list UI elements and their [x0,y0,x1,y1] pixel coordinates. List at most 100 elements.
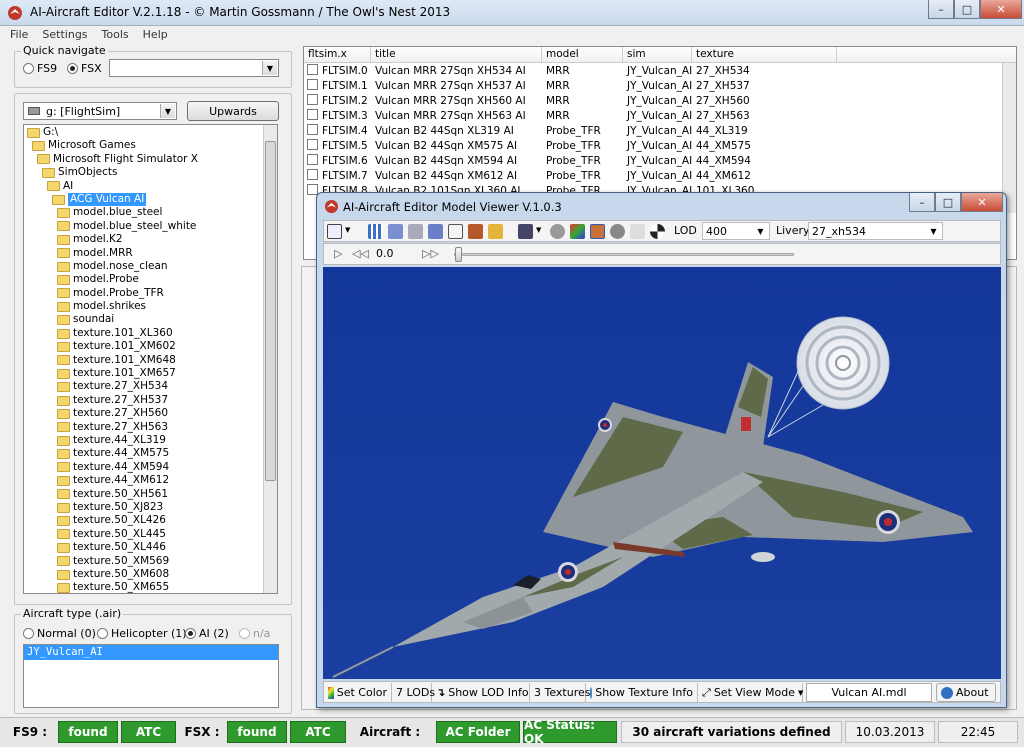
tree-node[interactable]: texture.44_XM575 [24,447,277,460]
tree-node[interactable]: model.blue_steel_white [24,220,277,233]
tree-node[interactable]: texture.101_XM648 [24,354,277,367]
nodes-icon[interactable] [428,224,443,239]
close-button[interactable]: ✕ [980,0,1022,19]
tree-node[interactable]: texture.50_XH561 [24,488,277,501]
column-header-fltsim[interactable]: fltsim.x [304,47,371,63]
tree-node[interactable]: texture.50_XM569 [24,555,277,568]
radio-ai-dot[interactable] [185,628,196,639]
radio-helicopter[interactable]: Helicopter (1) [97,627,187,640]
box-icon[interactable] [448,224,463,239]
air-file-list[interactable]: JY_Vulcan_AI [23,644,279,708]
tree-node[interactable]: texture.44_XL319 [24,434,277,447]
tree-node[interactable]: texture.27_XH563 [24,421,277,434]
row-checkbox[interactable] [307,139,318,150]
tree-node[interactable]: texture.44_XM612 [24,474,277,487]
radio-fsx-dot[interactable] [67,63,78,74]
table-row[interactable]: FLTSIM.3 Vulcan MRR 27Sqn XH563 AI MRR JY_V… [304,109,1016,124]
table-row[interactable]: FLTSIM.0 Vulcan MRR 27Sqn XH534 AI MRR JY_V… [304,64,1016,79]
tree-node[interactable]: texture.101_XM602 [24,340,277,353]
tree-node[interactable]: texture.101_XM657 [24,367,277,380]
tree-scrollbar-thumb[interactable] [265,141,276,481]
tree-node[interactable]: texture.50_XL445 [24,528,277,541]
column-header-sim[interactable]: sim [623,47,692,63]
fast-forward-icon[interactable]: ▷▷ [422,247,439,260]
viewer-maximize-button[interactable]: □ [935,193,961,212]
lod-select[interactable]: 400 ▼ [702,222,770,240]
tree-node[interactable]: model.K2 [24,233,277,246]
livery-select[interactable]: 27_xh534 ▼ [808,222,943,240]
radio-normal-dot[interactable] [23,628,34,639]
row-checkbox[interactable] [307,169,318,180]
menu-file[interactable]: File [0,26,32,41]
table-row[interactable]: FLTSIM.2 Vulcan MRR 27Sqn XH560 AI MRR JY_V… [304,94,1016,109]
radio-fsx[interactable]: FSX [67,62,102,75]
tree-scrollbar[interactable] [263,125,277,593]
set-color-button[interactable]: Set Color [324,683,392,702]
menu-help[interactable]: Help [133,26,172,41]
play-icon[interactable]: ▷ [334,247,342,260]
row-checkbox[interactable] [307,79,318,90]
wireframe-icon[interactable] [408,224,423,239]
gear-icon[interactable] [550,224,565,239]
air-file-item[interactable]: JY_Vulcan_AI [24,645,278,660]
quick-navigate-combo[interactable]: ▼ [109,59,279,77]
tree-node[interactable]: model.Probe [24,273,277,286]
lighting-icon[interactable] [388,224,403,239]
tree-node[interactable]: SimObjects [24,166,277,179]
table-row[interactable]: FLTSIM.7 Vulcan B2 44Sqn XM612 AI Probe_TF… [304,169,1016,184]
timeline-slider-thumb[interactable] [455,247,462,262]
show-texture-info-button[interactable]: Show Texture Info [586,683,698,702]
radio-helicopter-dot[interactable] [97,628,108,639]
tree-node[interactable]: texture.44_XM594 [24,461,277,474]
show-lod-info-button[interactable]: ↴ Show LOD Info [432,683,530,702]
tree-node[interactable]: texture.50_XM608 [24,568,277,581]
tree-node[interactable]: Microsoft Flight Simulator X [24,153,277,166]
grid-icon[interactable] [368,224,383,239]
timeline-slider[interactable] [454,253,794,256]
solid-model-icon[interactable] [590,224,605,239]
radio-fs9[interactable]: FS9 [23,62,57,75]
tree-node[interactable]: soundai [24,313,277,326]
viewer-close-button[interactable]: ✕ [961,193,1003,212]
table-row[interactable]: FLTSIM.6 Vulcan B2 44Sqn XM594 AI Probe_TF… [304,154,1016,169]
tree-node[interactable]: ACG Vulcan AI [24,192,277,207]
fit-view-icon[interactable] [327,224,342,239]
axis-icon[interactable] [630,224,645,239]
tree-node[interactable]: model.blue_steel [24,206,277,219]
3d-viewport[interactable] [323,267,1001,679]
set-view-mode-button[interactable]: ⤢ Set View Mode ▼ [698,683,803,702]
tree-node[interactable]: AI [24,180,277,193]
material-icon[interactable] [488,224,503,239]
tree-node[interactable]: texture.50_XM655 [24,581,277,593]
texture-icon[interactable] [468,224,483,239]
minimize-button[interactable]: – [928,0,954,19]
sphere-icon[interactable] [610,224,625,239]
column-header-texture[interactable]: texture [692,47,837,63]
tree-node[interactable]: model.shrikes [24,300,277,313]
maximize-button[interactable]: □ [954,0,980,19]
tree-node[interactable]: texture.50_XJ823 [24,501,277,514]
menu-settings[interactable]: Settings [32,26,91,41]
column-header-model[interactable]: model [542,47,623,63]
viewer-minimize-button[interactable]: – [909,193,935,212]
rewind-icon[interactable]: ◁◁ [352,247,369,260]
tree-node[interactable]: Microsoft Games [24,139,277,152]
radio-ai[interactable]: AI (2) [185,627,229,640]
chevron-down-icon[interactable]: ▼ [345,226,350,234]
table-row[interactable]: FLTSIM.1 Vulcan MRR 27Sqn XH537 AI MRR JY_V… [304,79,1016,94]
table-scrollbar[interactable] [1002,63,1016,213]
folder-tree[interactable]: G:\ Microsoft Games Microsoft Flight Simul… [23,124,278,594]
tree-node[interactable]: texture.27_XH534 [24,380,277,393]
chevron-down-icon[interactable]: ▼ [926,224,941,238]
row-checkbox[interactable] [307,109,318,120]
tree-node[interactable]: texture.27_XH537 [24,394,277,407]
row-checkbox[interactable] [307,94,318,105]
tree-node[interactable]: texture.27_XH560 [24,407,277,420]
camera-icon[interactable] [518,224,533,239]
chevron-down-icon[interactable]: ▼ [262,61,277,75]
menu-tools[interactable]: Tools [92,26,133,41]
row-checkbox[interactable] [307,124,318,135]
radio-fs9-dot[interactable] [23,63,34,74]
table-row[interactable]: FLTSIM.5 Vulcan B2 44Sqn XM575 AI Probe_TF… [304,139,1016,154]
column-header-title[interactable]: title [371,47,542,63]
